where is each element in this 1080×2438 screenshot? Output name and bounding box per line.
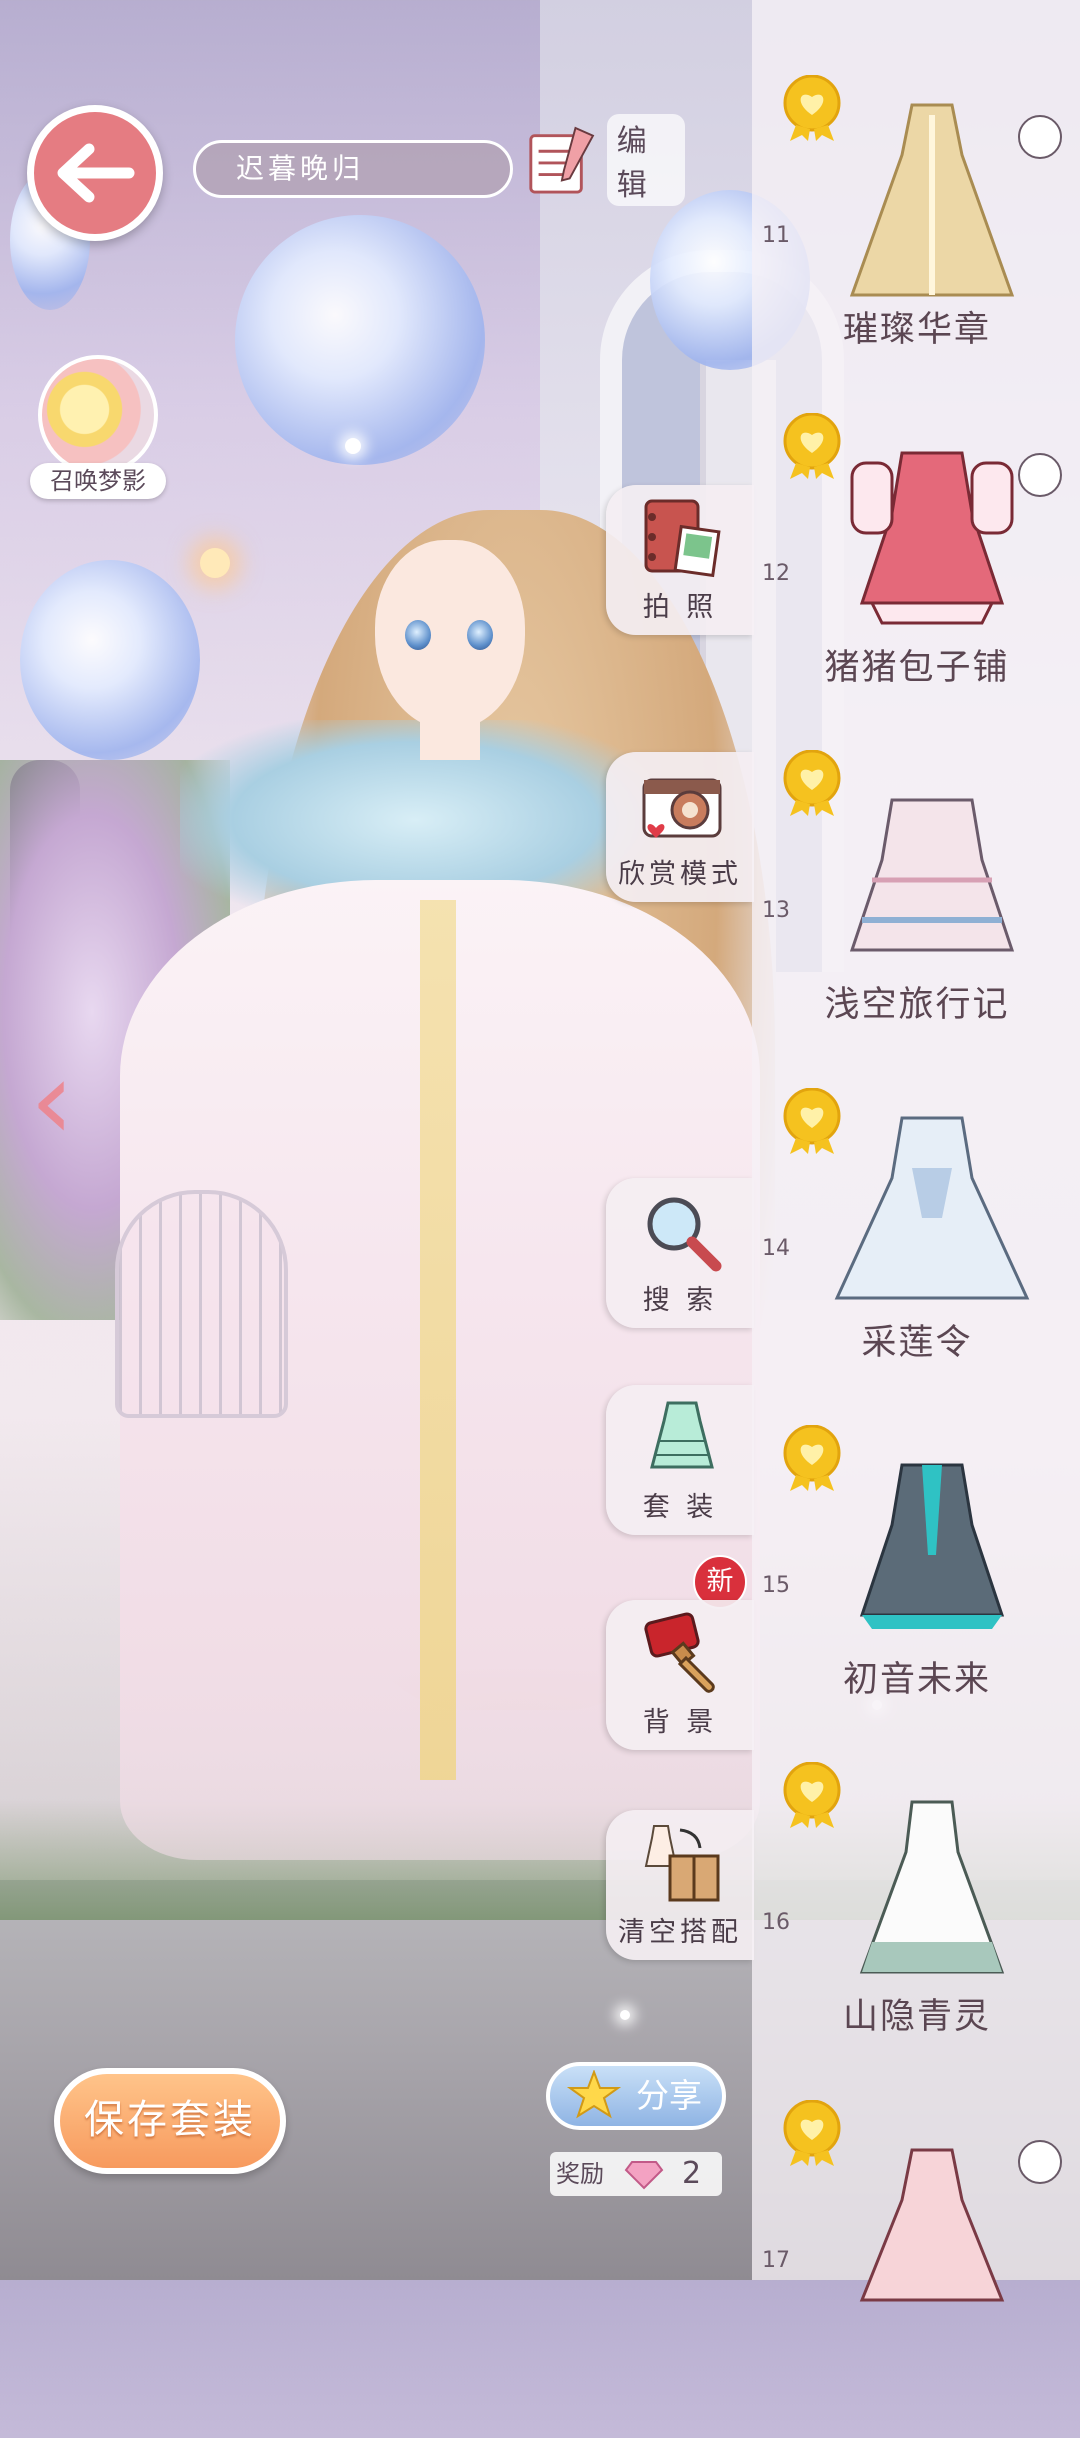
flower-orb	[20, 560, 200, 760]
reward-value: 2	[682, 2156, 702, 2191]
notepad-pencil-icon	[529, 126, 595, 194]
character-face	[375, 540, 525, 730]
try-on-icon[interactable]	[1018, 453, 1062, 497]
appreciation-mode-button[interactable]: 欣赏模式	[606, 752, 754, 902]
suit-title: 浅空旅行记	[824, 985, 1010, 1025]
sparkle	[200, 548, 230, 578]
suit-index: 15	[762, 1573, 790, 1598]
suit-index: 12	[762, 561, 790, 586]
suit-item-15[interactable]: 15 初音未来	[752, 1425, 1080, 1763]
suit-item-16[interactable]: 16 山隐青灵	[752, 1762, 1080, 2100]
save-suit-button[interactable]: 保存套装	[54, 2068, 286, 2174]
suit-button[interactable]: 套 装	[606, 1385, 754, 1535]
suit-index: 13	[762, 898, 790, 923]
sparkle	[345, 438, 361, 454]
share-button[interactable]: 分享	[546, 2062, 726, 2130]
suit-thumbnail	[859, 1800, 1005, 1974]
camera-icon	[642, 778, 722, 838]
flower-orb	[235, 215, 485, 465]
suit-item-13[interactable]: 13 浅空旅行记	[752, 750, 1080, 1088]
summon-label: 召唤梦影	[30, 463, 166, 499]
character-eye	[467, 620, 493, 650]
background-label: 背 景	[642, 1707, 718, 1738]
suit-index: 14	[762, 1236, 790, 1261]
clear-outfit-button[interactable]: 清空搭配	[606, 1810, 754, 1960]
paint-brush-icon	[644, 1612, 715, 1693]
background-button[interactable]: 背 景	[606, 1600, 754, 1750]
suit-label: 套 装	[642, 1492, 718, 1523]
suit-thumbnail	[850, 451, 1014, 625]
suit-list-panel[interactable]: 11 璀璨华章 12 猪猪包子铺 13 浅空旅行记 14 采莲令 15 初音未来…	[752, 0, 1080, 2302]
photo-button[interactable]: 拍 照	[606, 485, 754, 635]
suit-thumbnail	[849, 103, 1015, 297]
clear-outfit-label: 清空搭配	[618, 1917, 742, 1948]
try-on-icon[interactable]	[1018, 115, 1062, 159]
photo-label: 拍 照	[642, 592, 718, 623]
search-button[interactable]: 搜 索	[606, 1178, 754, 1328]
reward-label: 奖励	[556, 2160, 604, 2188]
share-label: 分享	[636, 2076, 702, 2115]
back-button[interactable]	[27, 105, 163, 241]
star-hand-icon	[566, 2070, 622, 2119]
clear-outfit-box-icon	[644, 1825, 720, 1902]
edit-name-button[interactable]: 编辑	[525, 114, 685, 206]
magnifier-icon	[647, 1197, 722, 1272]
suit-title: 璀璨华章	[842, 310, 991, 350]
share-reward: 奖励 2	[550, 2152, 722, 2196]
suit-index: 17	[762, 2248, 790, 2273]
try-on-icon[interactable]	[1018, 2140, 1062, 2184]
suit-title: 山隐青灵	[842, 1997, 991, 2037]
suit-index: 11	[762, 223, 790, 248]
suit-item-14[interactable]: 14 采莲令	[752, 1088, 1080, 1426]
suit-title: 初音未来	[842, 1660, 991, 1700]
suit-item-17[interactable]: 17	[752, 2100, 1080, 2438]
pink-gem-icon	[624, 2161, 664, 2190]
suit-item-11[interactable]: 11 璀璨华章	[752, 75, 1080, 413]
suit-item-12[interactable]: 12 猪猪包子铺	[752, 413, 1080, 751]
outfit-name-field[interactable]: 迟暮晚归	[193, 140, 513, 198]
scene-left-arrow-button[interactable]: ‹	[30, 1045, 90, 1155]
birdcage-prop	[115, 1190, 288, 1418]
sparkle	[620, 2010, 630, 2020]
suit-title: 采莲令	[861, 1323, 973, 1363]
suit-thumbnail	[849, 798, 1015, 952]
suit-index: 16	[762, 1910, 790, 1935]
summon-dream-button[interactable]: 召唤梦影	[30, 355, 170, 505]
suit-thumbnail	[859, 1463, 1005, 1629]
character-ribbon	[420, 900, 456, 1780]
suit-thumbnail	[834, 1116, 1030, 1300]
arrow-left-icon	[57, 143, 135, 203]
photo-album-icon	[644, 499, 721, 578]
dream-avatar-icon	[38, 355, 158, 475]
edit-label: 编辑	[606, 114, 685, 206]
suit-title: 猪猪包子铺	[824, 648, 1010, 688]
character-eye	[405, 620, 431, 650]
dress-suit-icon	[650, 1401, 714, 1469]
suit-thumbnail	[859, 2148, 1005, 2302]
appreciation-mode-label: 欣赏模式	[618, 859, 742, 890]
search-label: 搜 索	[642, 1285, 718, 1316]
